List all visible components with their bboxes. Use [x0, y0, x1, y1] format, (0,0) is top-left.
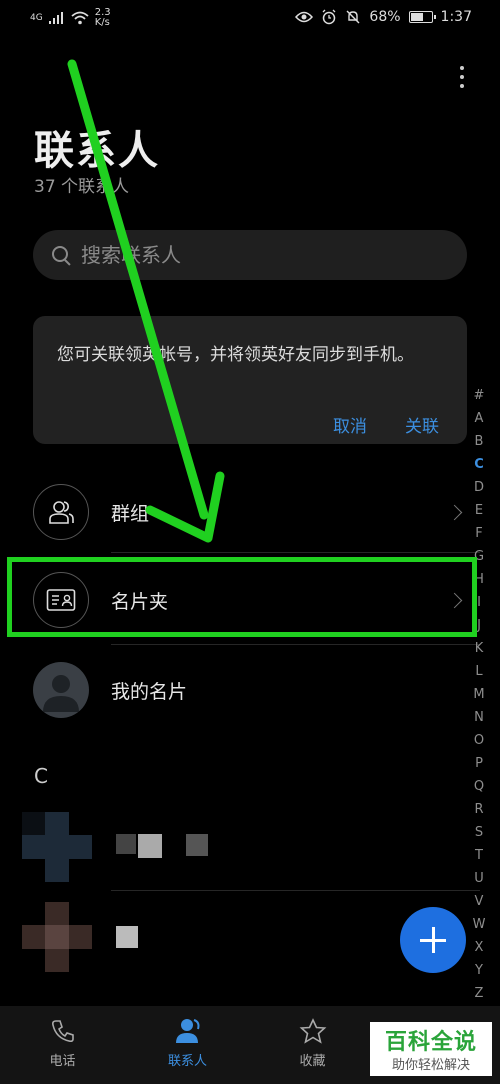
index-letter[interactable]: Y: [475, 959, 483, 982]
contact-avatar: [22, 812, 92, 882]
phone-icon: [51, 1020, 74, 1043]
index-letter[interactable]: L: [475, 660, 482, 683]
watermark-title: 百科全说: [384, 1030, 477, 1055]
index-letter[interactable]: P: [475, 752, 483, 775]
blurred-name: [186, 834, 208, 856]
watermark-logo: 百科全说 助你轻松解决: [370, 1022, 492, 1076]
star-icon: [299, 1018, 326, 1044]
eye-icon: [295, 11, 314, 23]
battery-percent: 68%: [369, 9, 401, 25]
groups-row[interactable]: 群组: [0, 472, 480, 552]
notice-text: 您可关联领英帐号，并将领英好友同步到手机。: [57, 345, 414, 365]
add-contact-button[interactable]: [400, 907, 466, 973]
status-bar: 4G 2.3 K/s 68% 1:37: [0, 0, 500, 36]
clock: 1:37: [440, 9, 472, 25]
wifi-icon: [71, 11, 89, 25]
contacts-icon: [175, 1019, 199, 1043]
index-letter[interactable]: V: [475, 890, 484, 913]
more-options-icon[interactable]: [458, 66, 466, 92]
tab-phone-label: 电话: [49, 1054, 76, 1069]
tab-favorites-label: 收藏: [299, 1054, 326, 1069]
signal-label: 4G: [30, 13, 43, 23]
index-letter[interactable]: E: [475, 499, 483, 522]
tab-contacts[interactable]: 联系人: [125, 1006, 250, 1084]
blurred-name: [138, 834, 162, 858]
groups-avatar: [33, 484, 89, 540]
alarm-icon: [322, 9, 336, 25]
index-letter[interactable]: A: [475, 407, 484, 430]
index-letter[interactable]: U: [474, 867, 484, 890]
page-title: 联系人: [34, 128, 160, 174]
tab-phone[interactable]: 电话: [0, 1006, 125, 1084]
index-letter[interactable]: Z: [475, 982, 484, 1005]
index-letter[interactable]: K: [475, 637, 484, 660]
chevron-right-icon: [446, 504, 463, 520]
search-bar[interactable]: [33, 230, 467, 280]
battery-fill: [410, 13, 424, 21]
cancel-button[interactable]: 取消: [333, 412, 367, 437]
groups-label: 群组: [111, 502, 150, 525]
signal-icon: [48, 12, 63, 24]
index-letter[interactable]: S: [475, 821, 483, 844]
divider: [111, 552, 480, 553]
blurred-name: [116, 834, 136, 854]
divider: [111, 644, 480, 645]
divider: [111, 890, 480, 891]
battery-icon: [408, 11, 436, 23]
blurred-name: [116, 926, 138, 948]
network-speed: 2.3 K/s: [94, 7, 111, 28]
my-card-row[interactable]: 我的名片: [0, 650, 480, 730]
alphabet-index[interactable]: # A B C D E F G H I J K L M N O P Q R S T U V W X Y Z: [468, 384, 490, 1005]
contact-avatar: [22, 902, 92, 972]
index-letter[interactable]: D: [474, 476, 484, 499]
search-icon: [51, 245, 71, 265]
linkedin-notice-card: 您可关联领英帐号，并将领英好友同步到手机。: [33, 316, 467, 444]
status-right: 68% 1:37: [295, 9, 472, 25]
index-letter[interactable]: B: [475, 430, 484, 453]
status-left: 4G 2.3 K/s: [30, 8, 111, 28]
index-letter[interactable]: W: [473, 913, 486, 936]
tab-contacts-label: 联系人: [167, 1054, 207, 1069]
person-avatar-icon: [43, 675, 79, 712]
index-letter[interactable]: O: [474, 729, 484, 752]
contact-row[interactable]: [0, 806, 480, 886]
section-header-c: C: [34, 764, 48, 788]
link-button[interactable]: 关联: [405, 412, 439, 437]
annotation-highlight-box: [7, 557, 477, 637]
index-letter[interactable]: N: [474, 706, 484, 729]
mute-bell-icon: [346, 10, 360, 24]
index-letter[interactable]: R: [474, 798, 483, 821]
contact-count: 37 个联系人: [34, 177, 130, 197]
index-letter[interactable]: C: [474, 453, 484, 476]
tab-favorites[interactable]: 收藏: [250, 1006, 375, 1084]
index-letter[interactable]: I: [477, 591, 481, 614]
index-letter[interactable]: J: [477, 614, 481, 637]
index-letter[interactable]: F: [475, 522, 482, 545]
my-card-label: 我的名片: [111, 680, 188, 703]
search-input[interactable]: [81, 243, 441, 267]
index-letter[interactable]: X: [475, 936, 484, 959]
index-letter[interactable]: T: [475, 844, 483, 867]
index-letter[interactable]: #: [474, 384, 485, 407]
my-card-avatar: [33, 662, 89, 718]
index-letter[interactable]: Q: [474, 775, 484, 798]
index-letter[interactable]: M: [473, 683, 484, 706]
group-icon: [49, 501, 74, 524]
watermark-subtitle: 助你轻松解决: [391, 1058, 470, 1073]
